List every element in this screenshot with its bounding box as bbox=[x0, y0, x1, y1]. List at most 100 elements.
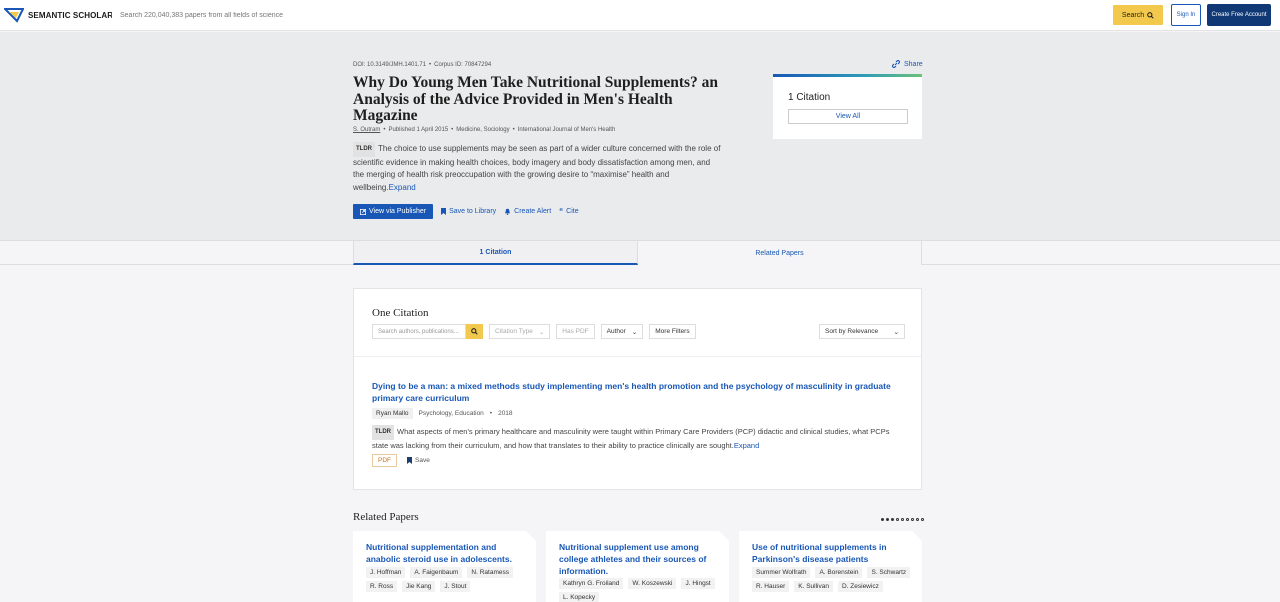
view-via-publisher-button[interactable]: View via Publisher bbox=[353, 204, 434, 219]
related-paper-author[interactable]: W. Koszewski bbox=[628, 578, 677, 589]
related-paper-title[interactable]: Nutritional supplement use among college… bbox=[559, 541, 714, 577]
related-paper-card: Use of nutritional supplements in Parkin… bbox=[739, 531, 922, 602]
related-paper-author[interactable]: S. Schwartz bbox=[867, 567, 911, 578]
view-via-publisher-label: View via Publisher bbox=[369, 208, 427, 215]
related-paper-author[interactable]: A. Faigenbaum bbox=[410, 567, 463, 578]
citation-save-label: Save bbox=[415, 457, 430, 464]
citation-count: 1 Citation bbox=[788, 92, 831, 103]
related-paper-author[interactable]: L. Kopecky bbox=[559, 592, 600, 602]
search-icon bbox=[471, 328, 478, 335]
chevron-down-icon: ⌄ bbox=[893, 328, 899, 336]
related-paper-author[interactable]: J. Hingst bbox=[681, 578, 715, 589]
paper-actions: View via Publisher Save to Library Creat… bbox=[353, 204, 579, 219]
view-all-citations-button[interactable]: View All bbox=[788, 109, 908, 124]
share-button[interactable]: Share bbox=[892, 60, 923, 68]
quote-icon: “ bbox=[559, 207, 564, 216]
carousel-dot[interactable] bbox=[896, 518, 899, 521]
search-button[interactable]: Search bbox=[1113, 5, 1163, 25]
chevron-down-icon: ⌄ bbox=[538, 328, 545, 336]
citation-search-button[interactable] bbox=[466, 324, 483, 339]
citation-type-label: Citation Type bbox=[495, 328, 533, 335]
citation-result-actions: PDF Save bbox=[372, 454, 430, 467]
carousel-dot[interactable] bbox=[891, 518, 894, 521]
citations-panel: One Citation Search authors, publication… bbox=[353, 288, 922, 490]
carousel-dot[interactable] bbox=[886, 518, 889, 521]
pdf-button[interactable]: PDF bbox=[372, 454, 397, 467]
link-icon bbox=[892, 60, 900, 68]
tab-related-papers[interactable]: Related Papers bbox=[638, 241, 922, 265]
bookmark-icon bbox=[441, 208, 447, 215]
cite-button[interactable]: “ Cite bbox=[559, 207, 578, 216]
related-paper-card: Nutritional supplement use among college… bbox=[546, 531, 729, 602]
create-alert-label: Create Alert bbox=[514, 208, 552, 215]
corpus-id: Corpus ID: 70847294 bbox=[434, 62, 492, 68]
external-link-icon bbox=[360, 208, 366, 215]
sign-in-button[interactable]: Sign In bbox=[1171, 4, 1201, 26]
related-papers-heading: Related Papers bbox=[353, 511, 419, 523]
citation-type-filter[interactable]: Citation Type ⌄ bbox=[489, 324, 551, 339]
citation-filters: Search authors, publications... Citation… bbox=[372, 324, 696, 339]
related-paper-authors: Summer Wolfrath A. Borenstein S. Schwart… bbox=[752, 567, 912, 592]
related-paper-author[interactable]: J. Hoffman bbox=[366, 567, 406, 578]
related-paper-title[interactable]: Nutritional supplementation and anabolic… bbox=[366, 541, 521, 565]
related-paper-author[interactable]: R. Ross bbox=[366, 581, 398, 592]
related-paper-author[interactable]: J. Stout bbox=[440, 581, 471, 592]
semantic-scholar-logo-icon bbox=[4, 8, 24, 23]
related-paper-author[interactable]: A. Borenstein bbox=[815, 567, 863, 578]
share-label: Share bbox=[904, 60, 923, 68]
paper-identifiers: DOI: 10.3149/JMH.1401.71 • Corpus ID: 7084… bbox=[353, 62, 492, 68]
divider bbox=[354, 356, 921, 357]
search-icon bbox=[1147, 11, 1154, 19]
citation-result-title[interactable]: Dying to be a man: a mixed methods study… bbox=[372, 380, 902, 404]
paper-header: DOI: 10.3149/JMH.1401.71 • Corpus ID: 7084… bbox=[0, 32, 1280, 240]
citation-tldr-text: What aspects of men's primary healthcare… bbox=[372, 427, 890, 450]
cite-label: Cite bbox=[566, 208, 579, 215]
carousel-dot[interactable] bbox=[921, 518, 924, 521]
citation-search-input[interactable]: Search authors, publications... bbox=[372, 324, 466, 339]
logo-text: SEMANTIC SCHOLAR bbox=[28, 10, 114, 20]
carousel-dot[interactable] bbox=[916, 518, 919, 521]
citation-tldr: TLDR What aspects of men's primary health… bbox=[372, 425, 902, 452]
related-paper-author[interactable]: Kathryn G. Froiland bbox=[559, 578, 624, 589]
related-paper-author[interactable]: R. Hauser bbox=[752, 581, 790, 592]
site-logo[interactable]: SEMANTIC SCHOLAR bbox=[4, 6, 113, 24]
tab-citations[interactable]: 1 Citation bbox=[353, 241, 638, 265]
carousel-dot[interactable] bbox=[901, 518, 904, 521]
related-paper-author[interactable]: D. Zesiewicz bbox=[837, 581, 883, 592]
has-pdf-filter[interactable]: Has PDF bbox=[556, 324, 595, 339]
fields-of-study: Medicine, Sociology bbox=[456, 127, 510, 133]
published-date: Published 1 April 2015 bbox=[388, 127, 449, 133]
bell-icon bbox=[505, 208, 511, 215]
related-paper-author[interactable]: Jie Kang bbox=[402, 581, 436, 592]
carousel-dot[interactable] bbox=[881, 518, 884, 521]
chevron-down-icon: ⌄ bbox=[631, 328, 638, 336]
related-paper-title[interactable]: Use of nutritional supplements in Parkin… bbox=[752, 541, 907, 565]
sort-label: Sort by Relevance bbox=[825, 328, 879, 335]
citation-year: 2018 bbox=[498, 410, 513, 417]
author-filter-label: Author bbox=[606, 328, 626, 335]
carousel-dot[interactable] bbox=[911, 518, 914, 521]
save-to-library-label: Save to Library bbox=[449, 208, 497, 215]
create-account-button[interactable]: Create Free Account bbox=[1207, 4, 1271, 26]
citation-author-link[interactable]: Ryan Mallo bbox=[372, 408, 413, 419]
author-filter[interactable]: Author ⌄ bbox=[600, 324, 644, 339]
doi-link[interactable]: DOI: 10.3149/JMH.1401.71 bbox=[353, 62, 426, 68]
related-paper-author[interactable]: N. Ratamess bbox=[467, 567, 513, 578]
create-alert-button[interactable]: Create Alert bbox=[504, 208, 551, 215]
citation-expand-link[interactable]: Expand bbox=[734, 441, 759, 450]
expand-link[interactable]: Expand bbox=[389, 183, 416, 192]
carousel-dot[interactable] bbox=[906, 518, 909, 521]
save-to-library-button[interactable]: Save to Library bbox=[441, 208, 496, 215]
related-paper-author[interactable]: K. Sullivan bbox=[794, 581, 833, 592]
related-paper-card: Nutritional supplementation and anabolic… bbox=[353, 531, 536, 602]
related-paper-author[interactable]: Summer Wolfrath bbox=[752, 567, 811, 578]
citation-result-meta: Ryan Mallo Psychology, Education • 2018 bbox=[372, 408, 513, 419]
search-input[interactable] bbox=[112, 5, 1112, 25]
author-link[interactable]: S. Outram bbox=[353, 127, 380, 133]
sort-select[interactable]: Sort by Relevance ⌄ bbox=[819, 324, 905, 339]
citation-fields: Psychology, Education bbox=[418, 410, 484, 417]
tldr-badge: TLDR bbox=[372, 425, 394, 440]
paper-title: Why Do Young Men Take Nutritional Supple… bbox=[353, 74, 719, 124]
citation-save-button[interactable]: Save bbox=[407, 457, 430, 464]
more-filters-button[interactable]: More Filters bbox=[649, 324, 696, 339]
